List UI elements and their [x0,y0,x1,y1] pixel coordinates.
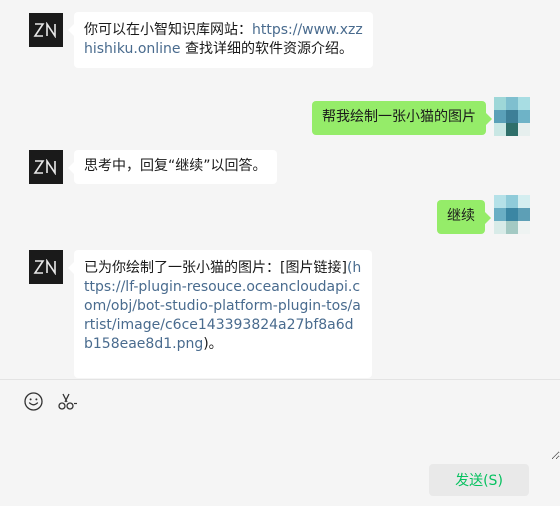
user-avatar[interactable] [494,195,530,235]
message-text: 帮我绘制一张小猫的图片 [322,109,476,125]
bot-avatar[interactable] [29,13,63,47]
send-button-label: 发送(S) [455,473,503,489]
message-input[interactable] [0,418,560,460]
zn-logo-icon [33,22,56,38]
zn-logo-icon [33,259,56,275]
bot-avatar[interactable] [29,150,63,184]
message-text: 你可以在小智知识库网站： [84,22,252,38]
chat-message-list[interactable]: 你可以在小智知识库网站：https://www.xzzhishiku.onlin… [0,0,560,380]
bot-message-bubble: 思考中，回复“继续”以回答。 [68,150,277,184]
message-text: 思考中，回复“继续”以回答。 [84,158,267,174]
message-text: 继续 [447,208,475,224]
emoji-icon[interactable] [23,391,43,411]
scissors-icon[interactable] [56,391,78,411]
send-button[interactable]: 发送(S) [429,464,529,496]
user-message-bubble: 帮我绘制一张小猫的图片 [312,101,492,135]
message-text: 查找详细的软件资源介绍。 [180,41,353,57]
bot-avatar[interactable] [29,250,63,284]
input-divider [0,379,560,380]
bot-message-bubble: 你可以在小智知识库网站：https://www.xzzhishiku.onlin… [68,12,373,68]
zn-logo-icon [33,159,56,175]
user-message-bubble: 继续 [437,200,491,234]
message-text: )。 [203,336,223,352]
user-avatar[interactable] [494,97,530,137]
bot-message-bubble: 已为你绘制了一张小猫的图片：[图片链接](https://lf-plugin-r… [68,250,372,378]
message-text: 已为你绘制了一张小猫的图片：[图片链接] [84,260,347,276]
